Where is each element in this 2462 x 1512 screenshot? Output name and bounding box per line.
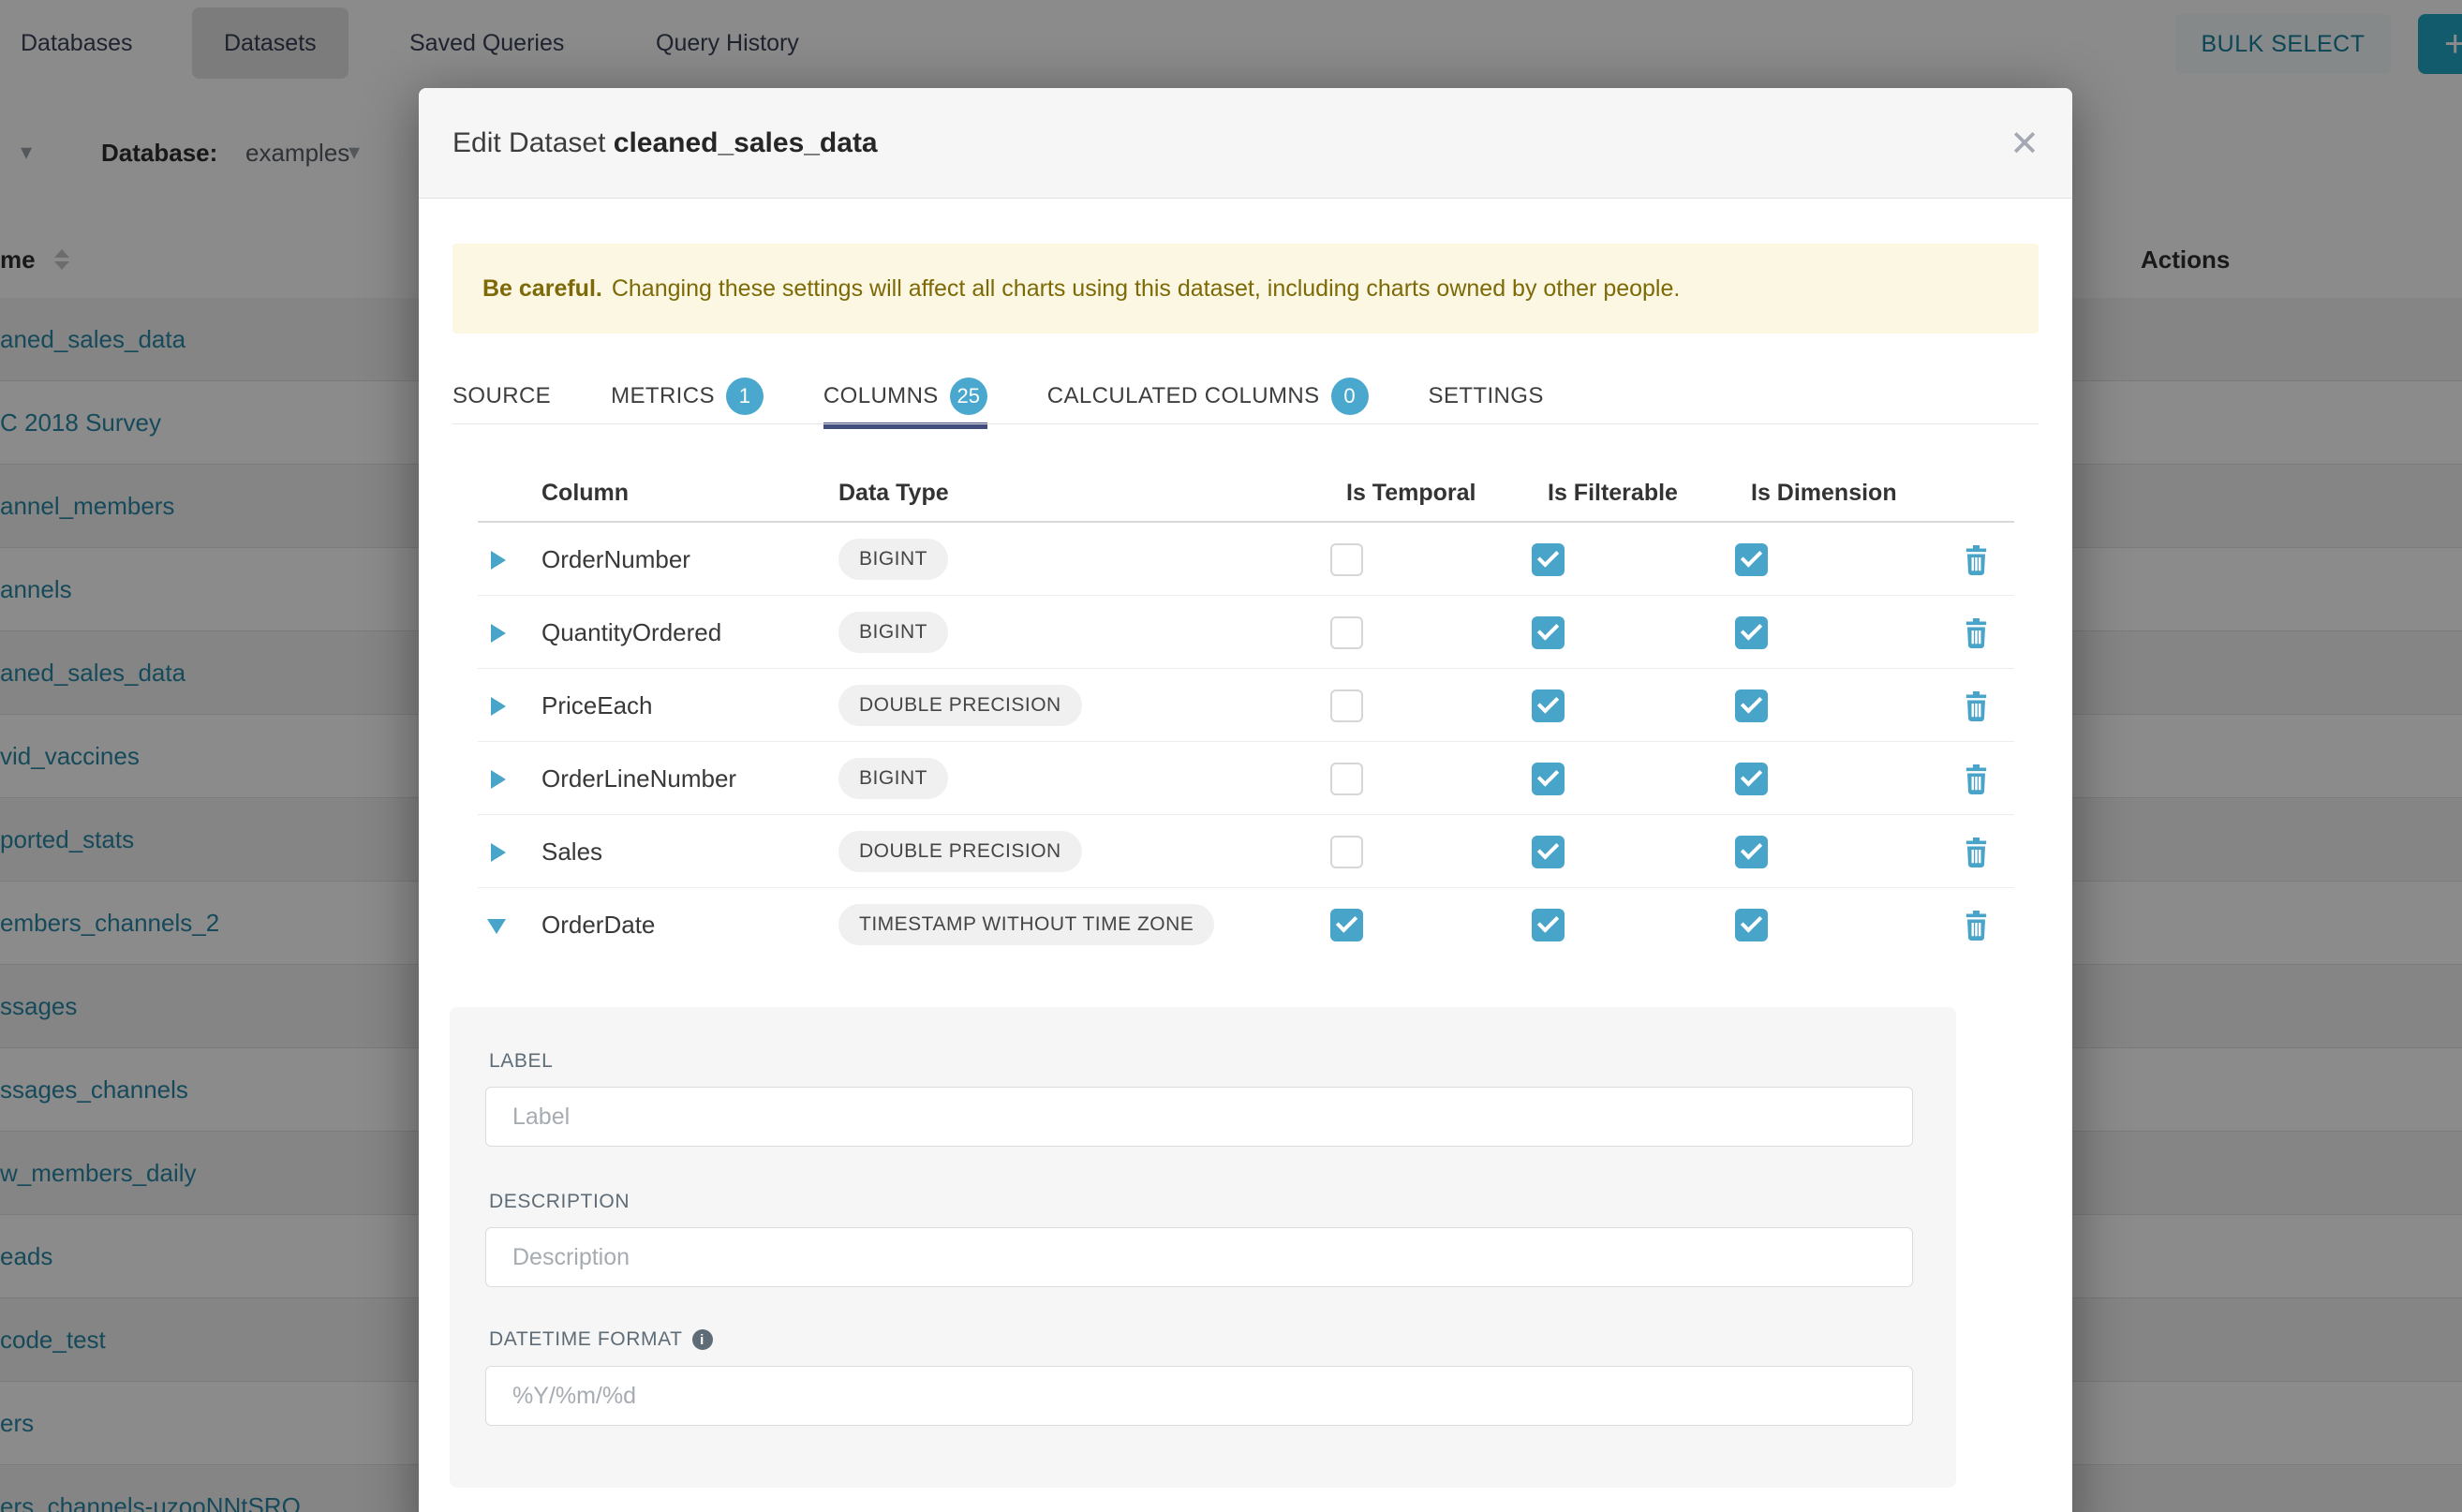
superset-datasets-page: Databases Datasets Saved Queries Query H…: [0, 0, 2462, 1512]
header-is-dimension: Is Dimension: [1751, 480, 1897, 507]
delete-column-button[interactable]: [1964, 838, 1989, 872]
expand-caret-icon[interactable]: [491, 843, 506, 862]
tab-metrics[interactable]: METRICS 1: [611, 369, 764, 423]
is-temporal-checkbox[interactable]: [1330, 763, 1363, 795]
tab-label: CALCULATED COLUMNS: [1047, 383, 1320, 409]
trash-icon: [1964, 691, 1989, 721]
column-row: OrderLineNumber BIGINT: [478, 742, 2014, 815]
close-icon[interactable]: ✕: [2001, 120, 2048, 167]
is-dimension-checkbox[interactable]: [1735, 909, 1768, 941]
tab-label: SOURCE: [452, 383, 551, 409]
edit-dataset-modal: Edit Dataset cleaned_sales_data ✕ Be car…: [419, 88, 2072, 1512]
header-is-temporal: Is Temporal: [1346, 480, 1476, 507]
trash-icon: [1964, 911, 1989, 941]
column-row: QuantityOrdered BIGINT: [478, 596, 2014, 669]
data-type-badge: TIMESTAMP WITHOUT TIME ZONE: [838, 904, 1214, 945]
modal-tabs: SOURCE METRICS 1 COLUMNS 25 CALCULATED C…: [452, 369, 1544, 423]
delete-column-button[interactable]: [1964, 618, 1989, 653]
column-name: OrderNumber: [541, 545, 690, 574]
tabs-separator: [452, 423, 2039, 424]
column-row: OrderDate TIMESTAMP WITHOUT TIME ZONE: [478, 888, 2014, 961]
is-temporal-checkbox[interactable]: [1330, 543, 1363, 576]
label-field-label: LABEL: [489, 1050, 553, 1073]
header-data-type: Data Type: [838, 480, 949, 507]
trash-icon: [1964, 545, 1989, 575]
is-temporal-checkbox[interactable]: [1330, 689, 1363, 722]
header-column: Column: [541, 480, 629, 507]
is-filterable-checkbox[interactable]: [1532, 909, 1565, 941]
tab-count-badge: 1: [726, 378, 764, 415]
tab-calculated-columns[interactable]: CALCULATED COLUMNS 0: [1047, 369, 1369, 423]
modal-title-dataset-name: cleaned_sales_data: [614, 127, 878, 158]
trash-icon: [1964, 618, 1989, 648]
delete-column-button[interactable]: [1964, 691, 1989, 726]
tab-label: SETTINGS: [1429, 383, 1544, 409]
column-editor-panel: LABEL DESCRIPTION DATETIME FORMAT i: [450, 1007, 1956, 1488]
data-type-badge: BIGINT: [838, 612, 948, 653]
is-filterable-checkbox[interactable]: [1532, 616, 1565, 649]
column-name: QuantityOrdered: [541, 618, 721, 647]
label-input[interactable]: [485, 1087, 1913, 1147]
data-type-badge: DOUBLE PRECISION: [838, 685, 1082, 726]
datetime-format-input[interactable]: [485, 1366, 1913, 1426]
column-name: OrderDate: [541, 911, 655, 940]
warning-banner: Be careful. Changing these settings will…: [452, 244, 2039, 334]
is-dimension-checkbox[interactable]: [1735, 763, 1768, 795]
expand-caret-icon[interactable]: [491, 551, 506, 570]
columns-table: Column Data Type Is Temporal Is Filterab…: [478, 468, 2014, 961]
info-icon[interactable]: i: [692, 1329, 713, 1350]
is-filterable-checkbox[interactable]: [1532, 689, 1565, 722]
datetime-format-field-label: DATETIME FORMAT i: [489, 1328, 713, 1351]
is-filterable-checkbox[interactable]: [1532, 763, 1565, 795]
tab-label: METRICS: [611, 383, 715, 409]
is-temporal-checkbox[interactable]: [1330, 909, 1363, 941]
trash-icon: [1964, 838, 1989, 867]
expand-caret-icon[interactable]: [491, 624, 506, 643]
column-row: OrderNumber BIGINT: [478, 523, 2014, 596]
delete-column-button[interactable]: [1964, 764, 1989, 799]
is-temporal-checkbox[interactable]: [1330, 616, 1363, 649]
column-name: OrderLineNumber: [541, 764, 736, 793]
data-type-badge: BIGINT: [838, 758, 948, 799]
delete-column-button[interactable]: [1964, 911, 1989, 945]
is-dimension-checkbox[interactable]: [1735, 689, 1768, 722]
description-input[interactable]: [485, 1227, 1913, 1287]
tab-count-badge: 0: [1331, 378, 1369, 415]
column-name: Sales: [541, 838, 602, 867]
columns-table-header: Column Data Type Is Temporal Is Filterab…: [478, 468, 2014, 523]
expand-caret-icon[interactable]: [491, 770, 506, 789]
is-dimension-checkbox[interactable]: [1735, 543, 1768, 576]
tab-count-badge: 25: [950, 378, 987, 415]
header-is-filterable: Is Filterable: [1548, 480, 1678, 507]
is-filterable-checkbox[interactable]: [1532, 836, 1565, 868]
tab-label: COLUMNS: [823, 383, 939, 409]
warning-text: Changing these settings will affect all …: [612, 275, 1681, 303]
data-type-badge: DOUBLE PRECISION: [838, 831, 1082, 872]
is-dimension-checkbox[interactable]: [1735, 616, 1768, 649]
expand-caret-icon[interactable]: [487, 919, 506, 934]
modal-title: Edit Dataset cleaned_sales_data: [452, 127, 878, 159]
delete-column-button[interactable]: [1964, 545, 1989, 580]
is-dimension-checkbox[interactable]: [1735, 836, 1768, 868]
column-name: PriceEach: [541, 691, 653, 720]
tab-settings[interactable]: SETTINGS: [1429, 369, 1544, 423]
warning-bold: Be careful.: [482, 275, 602, 303]
data-type-badge: BIGINT: [838, 539, 948, 580]
is-filterable-checkbox[interactable]: [1532, 543, 1565, 576]
expand-caret-icon[interactable]: [491, 697, 506, 716]
column-row: Sales DOUBLE PRECISION: [478, 815, 2014, 888]
modal-header: Edit Dataset cleaned_sales_data ✕: [419, 88, 2072, 199]
column-row: PriceEach DOUBLE PRECISION: [478, 669, 2014, 742]
modal-title-prefix: Edit Dataset: [452, 127, 605, 158]
tab-source[interactable]: SOURCE: [452, 369, 551, 423]
description-field-label: DESCRIPTION: [489, 1191, 630, 1213]
trash-icon: [1964, 764, 1989, 794]
is-temporal-checkbox[interactable]: [1330, 836, 1363, 868]
tab-columns[interactable]: COLUMNS 25: [823, 369, 987, 423]
